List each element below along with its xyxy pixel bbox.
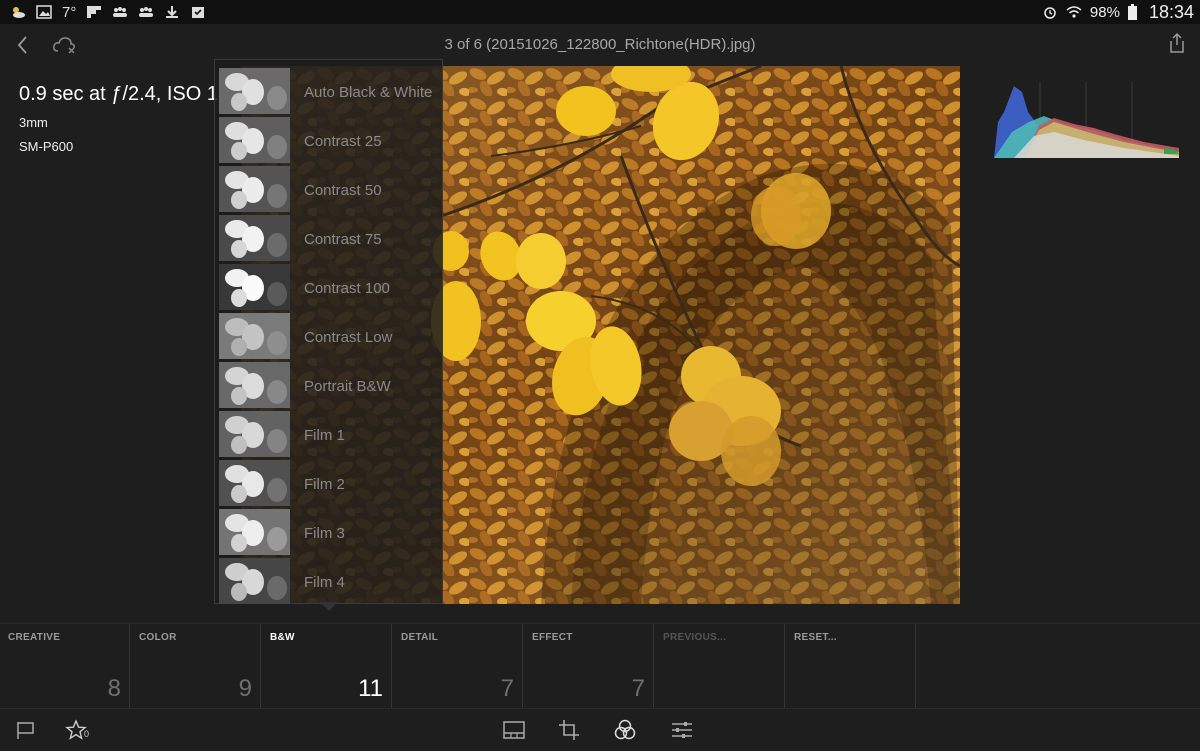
preset-label: Portrait B&W — [304, 378, 391, 395]
preset-thumbnail — [219, 117, 290, 163]
camera-model-info: SM-P600 — [19, 139, 74, 154]
preset-thumbnail — [219, 313, 290, 359]
tab-count: 9 — [238, 675, 252, 702]
preset-label: Contrast 50 — [304, 182, 382, 199]
preset-thumbnail — [219, 558, 290, 604]
exposure-info: 0.9 sec at ƒ/2.4, ISO 1 — [19, 83, 219, 105]
wifi-icon — [1066, 6, 1082, 18]
bw-presets-panel: Auto Black & White Contrast 25 Contrast … — [214, 59, 443, 604]
tab-label: RESET... — [794, 632, 837, 643]
tab-label: EFFECT — [532, 632, 573, 643]
preset-thumbnail — [219, 68, 290, 114]
preset-thumbnail — [219, 215, 290, 261]
preset-label: Contrast Low — [304, 329, 393, 346]
clipboard-check-icon — [192, 7, 205, 18]
share-icon[interactable] — [1168, 32, 1186, 54]
tab-bw[interactable]: B&W 11 — [262, 624, 392, 709]
battery-icon — [1127, 4, 1137, 20]
preset-label: Film 4 — [304, 574, 345, 591]
focal-length-info: 3mm — [19, 115, 48, 130]
tab-count: 11 — [358, 675, 383, 702]
preset-thumbnail — [219, 166, 290, 212]
weather-icon — [13, 7, 25, 18]
tab-previous[interactable]: PREVIOUS... — [655, 624, 785, 709]
alarm-icon — [1044, 7, 1056, 19]
panel-pointer — [320, 602, 338, 611]
star-count: 0 — [84, 729, 90, 739]
preset-item[interactable]: Contrast 75 — [215, 207, 444, 261]
preset-label: Contrast 25 — [304, 133, 382, 150]
preset-label: Auto Black & White — [304, 84, 433, 101]
tab-detail[interactable]: DETAIL 7 — [393, 624, 523, 709]
filmstrip-icon[interactable] — [502, 719, 526, 741]
preset-item[interactable]: Portrait B&W — [215, 354, 444, 408]
tab-label: DETAIL — [401, 632, 439, 643]
preset-item[interactable]: Film 4 — [215, 550, 444, 604]
presets-icon[interactable] — [613, 719, 637, 741]
preset-item[interactable]: Film 2 — [215, 452, 444, 506]
preset-item[interactable]: Contrast 100 — [215, 256, 444, 310]
tab-color[interactable]: COLOR 9 — [131, 624, 261, 709]
tab-label: B&W — [270, 632, 295, 643]
flipboard-icon — [87, 6, 102, 18]
preset-item[interactable]: Auto Black & White — [215, 60, 444, 114]
tab-count: 7 — [631, 675, 645, 702]
status-bar: 7° 98% 18:34 — [0, 0, 1200, 24]
preset-item[interactable]: Contrast 25 — [215, 109, 444, 163]
preset-thumbnail — [219, 509, 290, 555]
preset-item[interactable]: Film 1 — [215, 403, 444, 457]
tab-label: COLOR — [139, 632, 177, 643]
tab-reset[interactable]: RESET... — [786, 624, 916, 709]
tab-label: PREVIOUS... — [663, 632, 727, 643]
bottom-toolbar: 0 — [0, 708, 1200, 751]
preset-item[interactable]: Contrast 50 — [215, 158, 444, 212]
preset-label: Contrast 75 — [304, 231, 382, 248]
preset-item[interactable]: Contrast Low — [215, 305, 444, 359]
preset-thumbnail — [219, 411, 290, 457]
preset-label: Contrast 100 — [304, 280, 390, 297]
tab-count: 8 — [107, 675, 121, 702]
gallery-icon — [36, 5, 52, 19]
preset-category-tabs: CREATIVE 8 COLOR 9 B&W 11 DETAIL 7 EFFEC… — [0, 623, 1200, 709]
temperature-text: 7° — [62, 3, 77, 21]
crop-icon[interactable] — [558, 719, 582, 741]
preset-thumbnail — [219, 362, 290, 408]
clock-time: 18:34 — [1148, 1, 1194, 22]
tab-count: 7 — [500, 675, 514, 702]
group-icon-2 — [139, 7, 154, 17]
tab-effect[interactable]: EFFECT 7 — [524, 624, 654, 709]
preset-label: Film 2 — [304, 476, 345, 493]
preset-label: Film 1 — [304, 427, 345, 444]
preset-thumbnail — [219, 264, 290, 310]
photo-title: 3 of 6 (20151026_122800_Richtone(HDR).jp… — [444, 36, 756, 53]
histogram — [994, 82, 1179, 158]
adjust-sliders-icon[interactable] — [670, 719, 694, 741]
battery-percent: 98% — [1089, 3, 1120, 21]
preset-item[interactable]: Film 3 — [215, 501, 444, 555]
flag-icon[interactable] — [14, 719, 38, 741]
group-icon — [113, 7, 128, 17]
download-icon — [166, 6, 179, 18]
top-bar: 3 of 6 (20151026_122800_Richtone(HDR).jp… — [0, 24, 1200, 66]
preset-label: Film 3 — [304, 525, 345, 542]
tab-label: CREATIVE — [8, 632, 61, 643]
preset-thumbnail — [219, 460, 290, 506]
tab-creative[interactable]: CREATIVE 8 — [0, 624, 130, 709]
